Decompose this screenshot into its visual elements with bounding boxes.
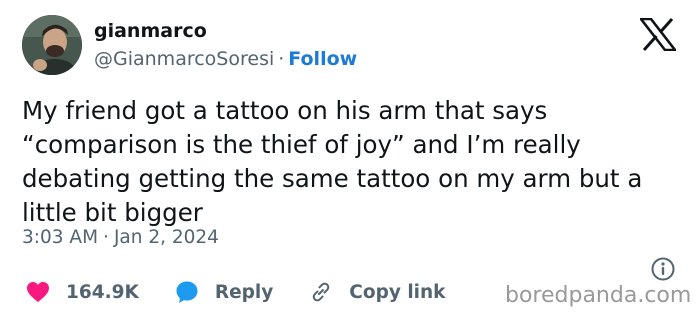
tweet-text: My friend got a tattoo on his arm that s… [22,96,643,227]
tweet-card: gianmarco @GianmarcoSoresi · Follow My fri… [0,0,700,318]
info-icon[interactable] [650,256,676,282]
action-bar: 164.9K Reply Copy link [26,280,481,304]
like-count: 164.9K [66,281,139,303]
separator-dot: · [278,48,285,70]
like-button[interactable]: 164.9K [26,281,139,303]
tweet-date: Jan 2, 2024 [113,227,219,248]
author-handle[interactable]: @GianmarcoSoresi [94,48,274,70]
avatar[interactable] [22,15,82,75]
copy-link-button[interactable]: Copy link [309,280,445,304]
author-name[interactable]: gianmarco [94,20,207,42]
handle-row: @GianmarcoSoresi · Follow [94,48,357,70]
x-logo-icon[interactable] [638,17,678,52]
copy-link-label: Copy link [349,281,446,303]
timestamp[interactable]: 3:03 AM · Jan 2, 2024 [22,227,219,248]
heart-icon [26,281,50,303]
follow-button[interactable]: Follow [288,48,357,70]
watermark: boredpanda.com [505,283,692,308]
separator-dot: · [103,227,109,248]
reply-button[interactable]: Reply [175,280,273,304]
reply-label: Reply [214,281,274,303]
link-icon [309,280,333,304]
tweet-time: 3:03 AM [22,227,99,248]
reply-bubble-icon [175,280,199,304]
